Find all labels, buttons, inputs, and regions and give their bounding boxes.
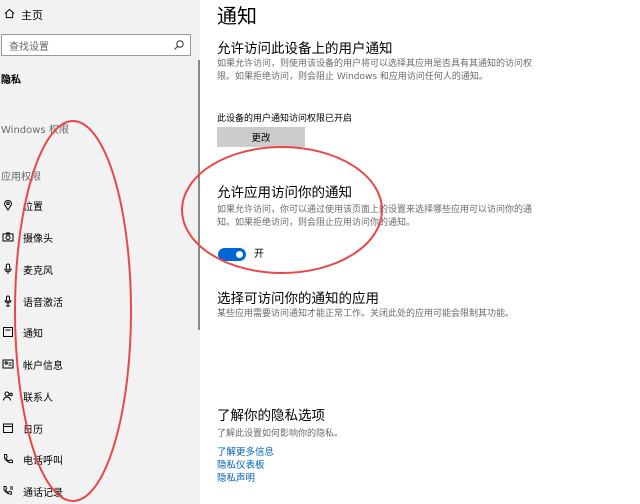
device-access-heading: 允许访问此设备上的用户通知 xyxy=(217,41,393,57)
account-info-icon xyxy=(1,357,15,371)
sidebar-item-call-history[interactable]: 通话记录 xyxy=(0,482,196,500)
privacy-description: 了解此设置如何影响你的隐私。 xyxy=(217,429,344,439)
sidebar-item-account-info[interactable]: 帐户信息 xyxy=(0,355,196,373)
home-icon xyxy=(2,8,16,22)
camera-icon xyxy=(1,230,15,244)
search-placeholder: 查找设置 xyxy=(9,41,49,53)
toggle-state-label: 开 xyxy=(254,249,264,260)
group-label-app-permissions: 应用权限 xyxy=(1,172,41,183)
current-section-title: 隐私 xyxy=(1,75,21,86)
sidebar-item-label: 日历 xyxy=(23,424,43,436)
notification-icon xyxy=(1,325,15,339)
sidebar-item-calendar[interactable]: 日历 xyxy=(0,419,196,437)
location-icon xyxy=(1,198,15,212)
sidebar-item-label: 联系人 xyxy=(23,392,53,404)
sidebar-item-label: 语音激活 xyxy=(23,297,63,309)
home-nav-item[interactable]: 主页 xyxy=(2,6,43,24)
app-access-heading: 允许应用访问你的通知 xyxy=(217,185,352,201)
sidebar-item-label: 通知 xyxy=(23,328,43,340)
search-box[interactable]: 查找设置 xyxy=(1,34,191,56)
device-access-description: 如果允许访问，则使用该设备的用户将可以选择其应用是否具有其通知的访问权限。如果拒… xyxy=(217,59,533,82)
sidebar-item-label: 通话记录 xyxy=(23,487,63,499)
privacy-statement-link[interactable]: 隐私声明 xyxy=(217,470,255,484)
sidebar-item-label: 位置 xyxy=(23,201,43,213)
app-access-toggle[interactable] xyxy=(218,248,246,261)
sidebar-item-camera[interactable]: 摄像头 xyxy=(0,228,196,246)
sidebar-item-microphone[interactable]: 麦克风 xyxy=(0,260,196,278)
privacy-dashboard-link[interactable]: 隐私仪表板 xyxy=(217,457,265,471)
group-label-windows-permissions: Windows 权限 xyxy=(1,125,69,136)
sidebar-item-voice-activation[interactable]: 语音激活 xyxy=(0,292,196,310)
voice-activation-icon xyxy=(1,294,15,308)
contacts-icon xyxy=(1,389,15,403)
privacy-heading: 了解你的隐私选项 xyxy=(217,408,325,424)
call-history-icon xyxy=(1,484,15,498)
choose-apps-heading: 选择可访问你的通知的应用 xyxy=(217,291,379,307)
microphone-icon xyxy=(1,262,15,276)
home-label: 主页 xyxy=(21,9,43,22)
sidebar-item-phone-calls[interactable]: 电话呼叫 xyxy=(0,450,196,468)
page-title: 通知 xyxy=(217,4,257,28)
change-button[interactable]: 更改 xyxy=(217,127,305,147)
sidebar-item-label: 麦克风 xyxy=(23,265,53,277)
sidebar-item-location[interactable]: 位置 xyxy=(0,196,196,214)
phone-icon xyxy=(1,452,15,466)
sidebar-item-label: 摄像头 xyxy=(23,233,53,245)
learn-more-link[interactable]: 了解更多信息 xyxy=(217,444,274,458)
sidebar-item-label: 电话呼叫 xyxy=(23,455,63,467)
settings-sidebar: 主页 查找设置 隐私 Windows 权限 应用权限 位置 摄像头 麦克风 语音… xyxy=(0,0,200,504)
sidebar-item-notifications[interactable]: 通知 xyxy=(0,323,196,341)
main-content: 通知 允许访问此设备上的用户通知 如果允许访问，则使用该设备的用户将可以选择其应… xyxy=(200,0,640,504)
search-icon[interactable] xyxy=(173,39,185,51)
device-access-status: 此设备的用户通知访问权限已开启 xyxy=(217,114,353,124)
calendar-icon xyxy=(1,421,15,435)
choose-apps-description: 某些应用需要访问通知才能正常工作。关闭此处的应用可能会限制其功能。 xyxy=(217,309,515,319)
toggle-knob xyxy=(236,251,243,258)
sidebar-item-contacts[interactable]: 联系人 xyxy=(0,387,196,405)
app-access-description: 如果允许访问，你可以通过使用该页面上的设置来选择哪些应用可以访问你的通知。如果拒… xyxy=(217,205,533,228)
sidebar-item-label: 帐户信息 xyxy=(23,360,63,372)
